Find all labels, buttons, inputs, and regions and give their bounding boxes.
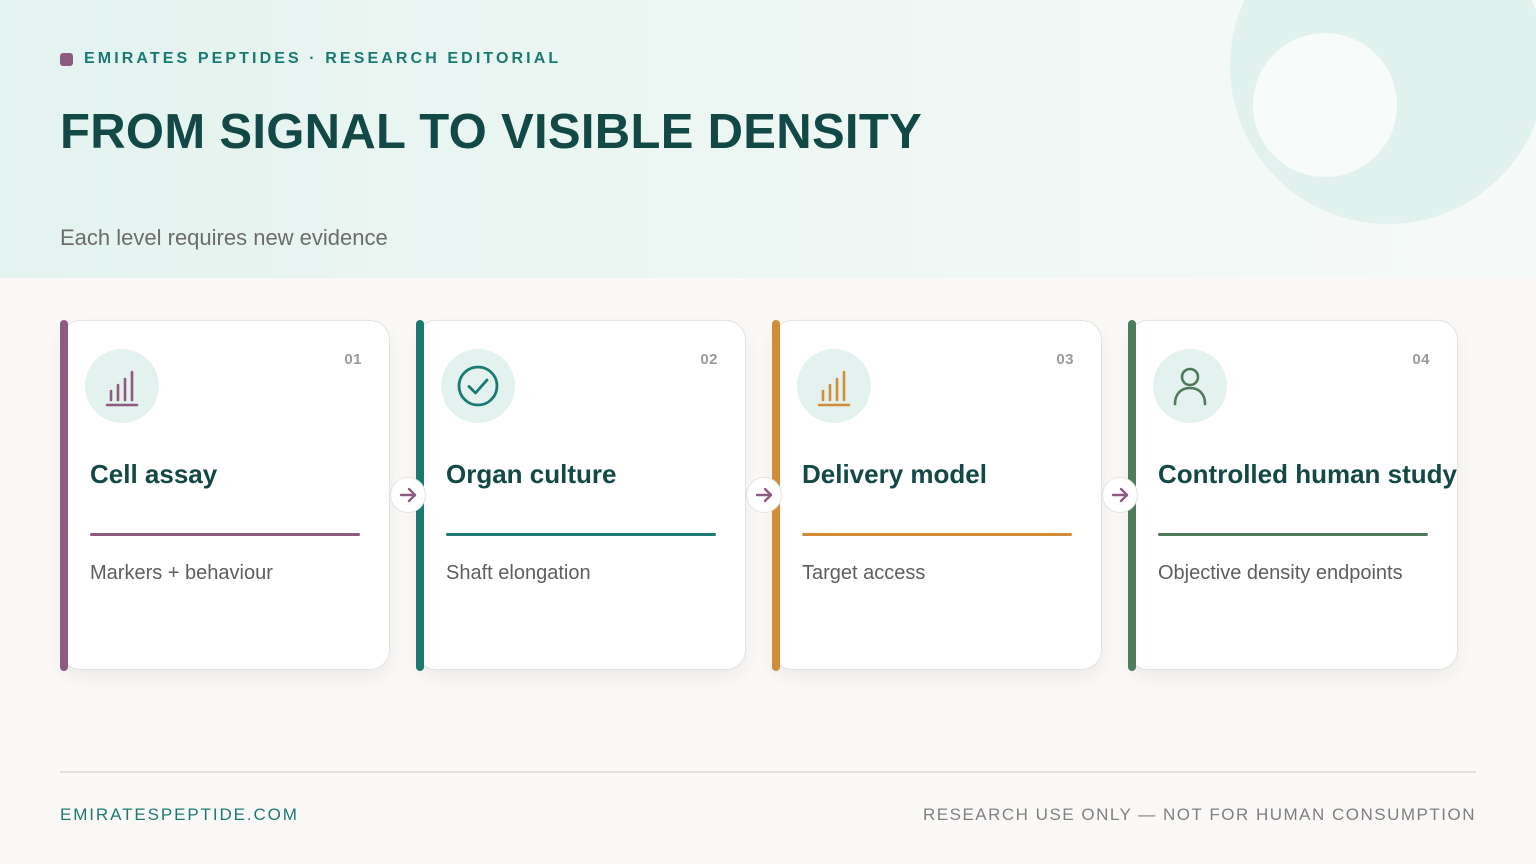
- page-subtitle: Each level requires new evidence: [60, 225, 388, 250]
- step-number: 04: [1412, 351, 1430, 368]
- step-card-organ-culture: 02 Organ culture Shaft elongation: [415, 319, 746, 671]
- card-divider: [446, 533, 716, 536]
- step-number: 02: [700, 351, 718, 368]
- step-card-cell-assay: 01 Cell assay Markers + behaviour: [59, 319, 390, 671]
- step-title: Delivery model: [802, 459, 987, 489]
- check-circle-icon: [441, 349, 515, 423]
- card-accent-bar: [59, 319, 68, 671]
- card-divider: [1158, 533, 1428, 536]
- card-divider: [802, 533, 1072, 536]
- footer-website-link[interactable]: EMIRATESPEPTIDE.COM: [60, 805, 299, 825]
- arrow-right-icon: [746, 477, 782, 513]
- bar-chart-icon: [797, 349, 871, 423]
- step-card-delivery-model: 03 Delivery model Target access: [771, 319, 1102, 671]
- page-title: FROM SIGNAL TO VISIBLE DENSITY: [60, 105, 923, 159]
- footer-disclaimer: RESEARCH USE ONLY — NOT FOR HUMAN CONSUM…: [923, 805, 1476, 824]
- person-icon: [1153, 349, 1227, 423]
- step-number: 03: [1056, 351, 1074, 368]
- eyebrow: EMIRATES PEPTIDES · RESEARCH EDITORIAL: [60, 50, 561, 68]
- step-title: Controlled human study: [1158, 459, 1457, 489]
- eyebrow-text: EMIRATES PEPTIDES · RESEARCH EDITORIAL: [84, 50, 562, 67]
- card-divider: [90, 533, 360, 536]
- step-title: Organ culture: [446, 459, 617, 489]
- step-description: Markers + behaviour: [90, 562, 273, 584]
- hero-banner: EMIRATES PEPTIDES · RESEARCH EDITORIAL F…: [0, 0, 1536, 278]
- eyebrow-square-icon: [60, 52, 73, 66]
- bar-chart-icon: [85, 349, 159, 423]
- arrow-right-icon: [390, 477, 426, 513]
- step-number: 01: [344, 351, 362, 368]
- step-card-controlled-human-study: 04 Controlled human study Objective dens…: [1127, 319, 1458, 671]
- step-description: Target access: [802, 562, 926, 584]
- step-description: Objective density endpoints: [1158, 562, 1403, 584]
- decorative-inner-circle: [1253, 33, 1397, 177]
- step-description: Shaft elongation: [446, 562, 591, 584]
- step-title: Cell assay: [90, 459, 218, 489]
- arrow-right-icon: [1102, 477, 1138, 513]
- footer-divider: [60, 771, 1476, 773]
